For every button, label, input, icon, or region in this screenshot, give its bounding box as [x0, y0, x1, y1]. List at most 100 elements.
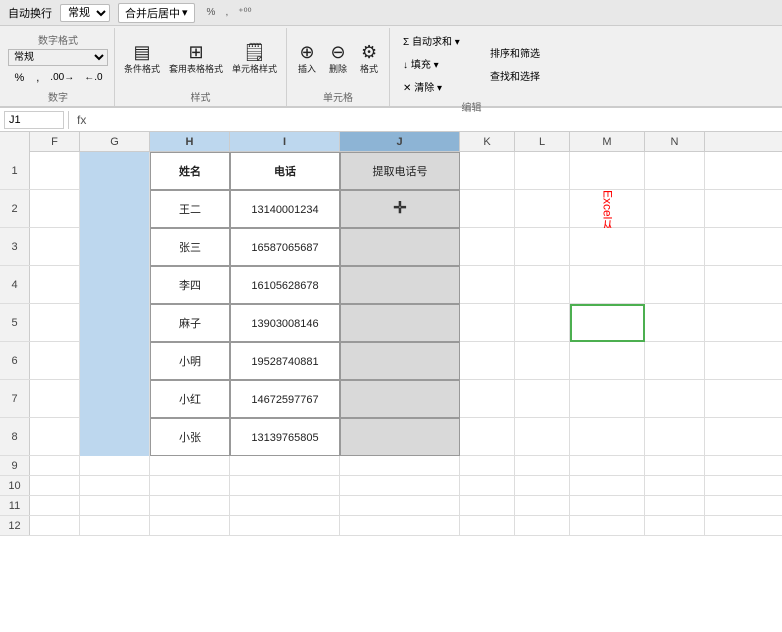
cell-f2[interactable] — [30, 190, 80, 228]
autosum-button[interactable]: Σ 自动求和 ▾ — [396, 30, 476, 51]
table-format-button[interactable]: ⊞ 套用表格格式 — [166, 41, 226, 77]
cell-f3[interactable] — [30, 228, 80, 266]
cell-h12[interactable] — [150, 516, 230, 535]
cell-f5[interactable] — [30, 304, 80, 342]
cell-i3[interactable]: 16587065687 — [230, 228, 340, 266]
cell-j3[interactable] — [340, 228, 460, 266]
cell-f6[interactable] — [30, 342, 80, 380]
cell-l12[interactable] — [515, 516, 570, 535]
cell-k3[interactable] — [460, 228, 515, 266]
cell-l11[interactable] — [515, 496, 570, 515]
cell-m4[interactable] — [570, 266, 645, 304]
cell-l4[interactable] — [515, 266, 570, 304]
cell-i6[interactable]: 19528740881 — [230, 342, 340, 380]
cell-g5[interactable] — [80, 304, 150, 342]
col-header-g[interactable]: G — [80, 132, 150, 151]
col-header-n[interactable]: N — [645, 132, 705, 151]
cell-n9[interactable] — [645, 456, 705, 475]
cell-n6[interactable] — [645, 342, 705, 380]
cell-l6[interactable] — [515, 342, 570, 380]
cell-i11[interactable] — [230, 496, 340, 515]
format-button[interactable]: ⚙ 格式 — [355, 41, 383, 77]
cell-i10[interactable] — [230, 476, 340, 495]
percent-button[interactable]: % — [9, 70, 29, 86]
cell-n5[interactable] — [645, 304, 705, 342]
cell-k12[interactable] — [460, 516, 515, 535]
col-header-j[interactable]: J — [340, 132, 460, 151]
cell-g3[interactable] — [80, 228, 150, 266]
cell-m5[interactable] — [570, 304, 645, 342]
cell-f8[interactable] — [30, 418, 80, 456]
cell-j11[interactable] — [340, 496, 460, 515]
cell-f1[interactable] — [30, 152, 80, 190]
cell-m2[interactable]: Excel从零到一 — [570, 190, 645, 228]
cell-f9[interactable] — [30, 456, 80, 475]
cell-l1[interactable] — [515, 152, 570, 190]
cell-l2[interactable] — [515, 190, 570, 228]
col-header-h[interactable]: H — [150, 132, 230, 151]
col-header-i[interactable]: I — [230, 132, 340, 151]
cell-n4[interactable] — [645, 266, 705, 304]
col-header-f[interactable]: F — [30, 132, 80, 151]
formula-input[interactable] — [94, 112, 778, 128]
cell-f10[interactable] — [30, 476, 80, 495]
col-header-l[interactable]: L — [515, 132, 570, 151]
cell-j6[interactable] — [340, 342, 460, 380]
cell-j12[interactable] — [340, 516, 460, 535]
cell-k7[interactable] — [460, 380, 515, 418]
cell-j8[interactable] — [340, 418, 460, 456]
cell-h5[interactable]: 麻子 — [150, 304, 230, 342]
cell-f4[interactable] — [30, 266, 80, 304]
col-header-m[interactable]: M — [570, 132, 645, 151]
cell-n1[interactable] — [645, 152, 705, 190]
cell-k2[interactable] — [460, 190, 515, 228]
cell-k8[interactable] — [460, 418, 515, 456]
cell-m11[interactable] — [570, 496, 645, 515]
cell-m12[interactable] — [570, 516, 645, 535]
cell-h11[interactable] — [150, 496, 230, 515]
sort-filter-button[interactable]: 排序和筛选 — [483, 42, 547, 63]
cell-m10[interactable] — [570, 476, 645, 495]
cell-n11[interactable] — [645, 496, 705, 515]
cell-h2[interactable]: 王二 — [150, 190, 230, 228]
cell-h4[interactable]: 李四 — [150, 266, 230, 304]
cell-l3[interactable] — [515, 228, 570, 266]
cell-h10[interactable] — [150, 476, 230, 495]
cell-f7[interactable] — [30, 380, 80, 418]
insert-button[interactable]: ⊕ 插入 — [293, 41, 321, 77]
thousands-button[interactable]: , — [31, 70, 44, 86]
cell-h7[interactable]: 小红 — [150, 380, 230, 418]
cell-j10[interactable] — [340, 476, 460, 495]
cell-l8[interactable] — [515, 418, 570, 456]
col-header-k[interactable]: K — [460, 132, 515, 151]
format-select[interactable]: 常规 — [60, 4, 110, 22]
cell-g12[interactable] — [80, 516, 150, 535]
cell-h9[interactable] — [150, 456, 230, 475]
cell-m1[interactable] — [570, 152, 645, 190]
cell-n10[interactable] — [645, 476, 705, 495]
cell-m3[interactable] — [570, 228, 645, 266]
cell-n2[interactable] — [645, 190, 705, 228]
cell-l10[interactable] — [515, 476, 570, 495]
cell-i7[interactable]: 14672597767 — [230, 380, 340, 418]
cell-style-button[interactable]: 🗒 单元格样式 — [229, 41, 280, 77]
cell-m9[interactable] — [570, 456, 645, 475]
cell-k4[interactable] — [460, 266, 515, 304]
cell-g6[interactable] — [80, 342, 150, 380]
cell-i2[interactable]: 13140001234 — [230, 190, 340, 228]
cell-i5[interactable]: 13903008146 — [230, 304, 340, 342]
cell-n8[interactable] — [645, 418, 705, 456]
cell-h8[interactable]: 小张 — [150, 418, 230, 456]
cell-n12[interactable] — [645, 516, 705, 535]
cell-m8[interactable] — [570, 418, 645, 456]
decrease-decimal-button[interactable]: ←.0 — [80, 70, 106, 86]
cell-reference-input[interactable] — [4, 111, 64, 129]
cell-h6[interactable]: 小明 — [150, 342, 230, 380]
cell-m6[interactable] — [570, 342, 645, 380]
cell-k1[interactable] — [460, 152, 515, 190]
cell-n7[interactable] — [645, 380, 705, 418]
conditional-format-button[interactable]: ▤ 条件格式 — [121, 41, 163, 77]
cell-k5[interactable] — [460, 304, 515, 342]
cell-g9[interactable] — [80, 456, 150, 475]
cell-i1[interactable]: 电话 — [230, 152, 340, 190]
